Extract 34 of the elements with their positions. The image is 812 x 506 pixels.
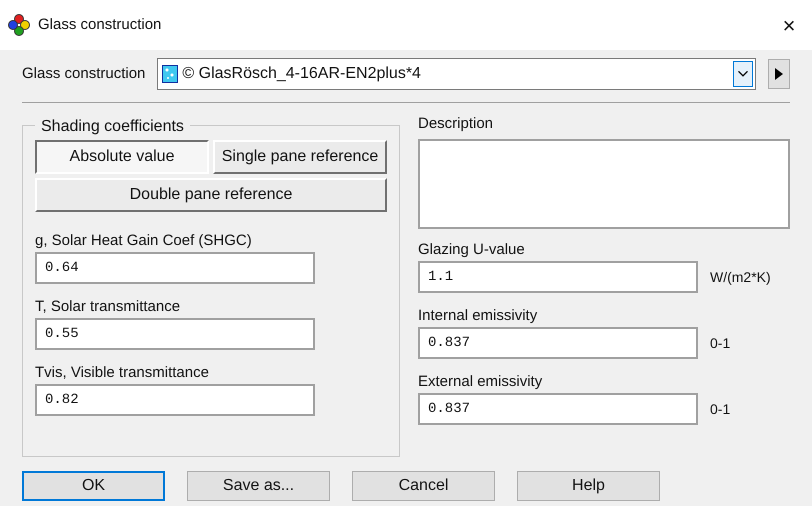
field-label: Glazing U-value	[418, 240, 526, 260]
input-field[interactable]: 0.837	[418, 393, 698, 425]
app-icon	[8, 14, 30, 36]
unit-label: W/(m2*K)	[710, 268, 771, 287]
input-field[interactable]: 0.55	[35, 318, 315, 350]
play-icon	[775, 68, 783, 80]
field-label: g, Solar Heat Gain Coef (SHGC)	[35, 231, 253, 251]
dialog-button[interactable]: Cancel	[352, 471, 495, 501]
field-label: External emissivity	[418, 372, 544, 392]
mode-button[interactable]: Double pane reference	[35, 178, 387, 212]
next-button[interactable]	[768, 59, 790, 89]
mode-button[interactable]: Single pane reference	[213, 140, 387, 174]
glass-icon	[162, 65, 178, 83]
dialog-button[interactable]: OK	[22, 471, 165, 501]
construction-value: © GlasRösch_4-16AR-EN2plus*4	[182, 64, 422, 84]
construction-label: Glass construction	[22, 64, 146, 84]
field-label: Internal emissivity	[418, 306, 538, 326]
window-title: Glass construction	[38, 14, 162, 35]
input-field[interactable]: 0.837	[418, 327, 698, 359]
dialog-button[interactable]: Help	[517, 471, 660, 501]
dialog-button[interactable]: Save as...	[187, 471, 330, 501]
close-button[interactable]: ×	[774, 8, 804, 42]
input-field[interactable]: 1.1	[418, 261, 698, 293]
chevron-down-icon[interactable]	[733, 61, 753, 87]
field-label: T, Solar transmittance	[35, 297, 182, 317]
input-field[interactable]: 0.64	[35, 252, 315, 284]
input-field[interactable]: 0.82	[35, 384, 315, 416]
mode-button[interactable]: Absolute value	[35, 140, 209, 174]
description-label: Description	[418, 114, 494, 134]
field-label: Tvis, Visible transmittance	[35, 363, 210, 383]
unit-label: 0-1	[710, 400, 730, 418]
description-field[interactable]	[418, 139, 790, 229]
construction-dropdown[interactable]: © GlasRösch_4-16AR-EN2plus*4	[157, 58, 756, 90]
unit-label: 0-1	[710, 334, 730, 352]
